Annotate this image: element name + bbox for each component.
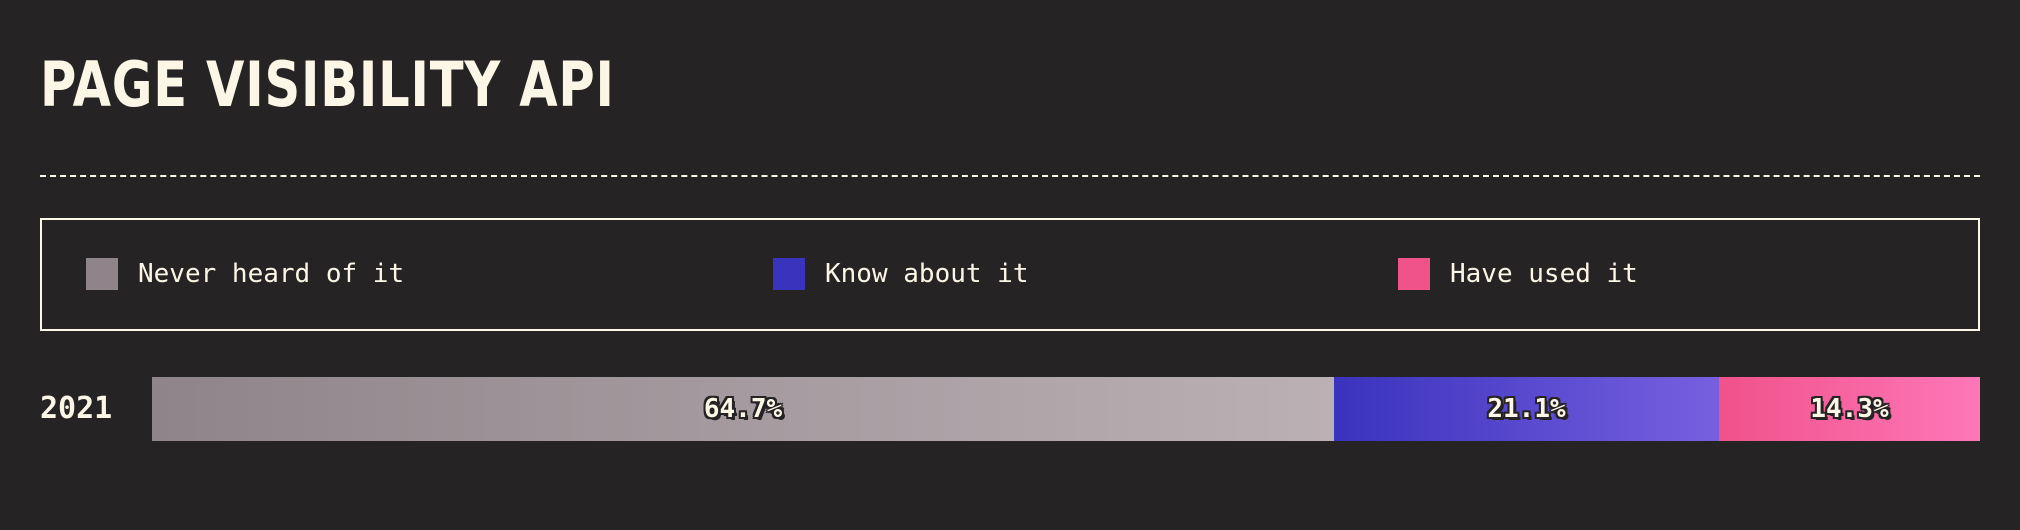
title-divider xyxy=(40,175,1980,177)
stacked-bar-2021: 64.7% 21.1% 14.3% xyxy=(152,377,1980,441)
legend-label-know-about: Know about it xyxy=(825,259,1029,289)
data-label-never-heard: 64.7% xyxy=(703,394,783,424)
legend-swatch-know-about xyxy=(773,258,805,290)
bar-segment-have-used[interactable]: 14.3% xyxy=(1719,377,1980,441)
legend: Never heard of it Know about it Have use… xyxy=(40,218,1980,331)
row-label-2021: 2021 xyxy=(40,391,113,426)
legend-item-know-about[interactable]: Know about it xyxy=(773,258,1029,290)
bar-segment-know-about[interactable]: 21.1% xyxy=(1334,377,1719,441)
bar-segment-never-heard[interactable]: 64.7% xyxy=(152,377,1334,441)
legend-item-have-used[interactable]: Have used it xyxy=(1398,258,1638,290)
legend-item-never-heard[interactable]: Never heard of it xyxy=(86,258,404,290)
legend-swatch-never-heard xyxy=(86,258,118,290)
chart-title: PAGE VISIBILITY API xyxy=(40,48,615,121)
data-label-know-about: 21.1% xyxy=(1487,394,1566,424)
legend-label-have-used: Have used it xyxy=(1450,259,1638,289)
legend-swatch-have-used xyxy=(1398,258,1430,290)
data-label-have-used: 14.3% xyxy=(1810,394,1889,424)
legend-label-never-heard: Never heard of it xyxy=(138,259,405,289)
